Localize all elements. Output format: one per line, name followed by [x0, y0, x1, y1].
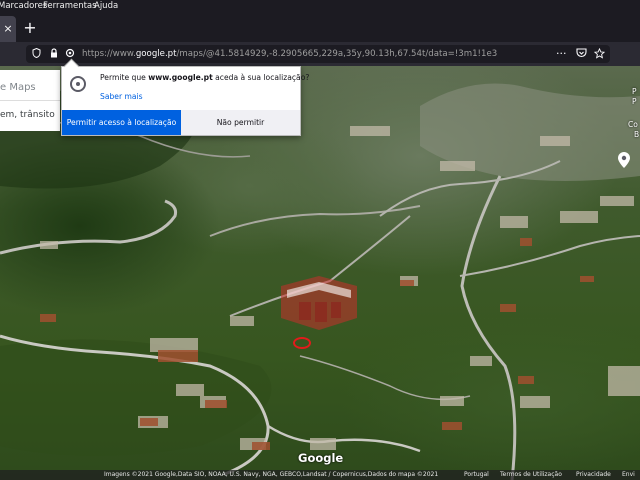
lock-icon[interactable]	[50, 45, 58, 63]
map-label-p2: P	[632, 97, 637, 106]
map-label-co: Co	[628, 120, 638, 129]
imagery-attribution: Imagens ©2021 Google,Data SIO, NOAA, U.S…	[104, 471, 439, 478]
learn-more-link[interactable]: Saber mais	[100, 92, 143, 101]
tab-close-button[interactable]: ×	[0, 16, 16, 42]
location-permission-popup: Permite que www.google.pt aceda à sua lo…	[61, 58, 309, 136]
watermark-logo	[281, 276, 357, 330]
menu-bar: Marcadores Ferramentas Ajuda	[0, 0, 640, 14]
privacy-link[interactable]: Privacidade	[576, 470, 611, 480]
address-bar[interactable]: https://www.google.pt/maps/@41.5814929,-…	[26, 45, 610, 63]
location-icon	[70, 76, 86, 92]
terms-link[interactable]: Termos de Utilização	[500, 470, 562, 480]
deny-location-button[interactable]: Não permitir	[181, 110, 300, 135]
navigation-bar: https://www.google.pt/maps/@41.5814929,-…	[0, 42, 640, 66]
bookmark-star-icon[interactable]	[593, 45, 606, 63]
allow-location-button[interactable]: Permitir acesso à localização	[62, 110, 181, 135]
tab-bar: × +	[0, 14, 640, 42]
pocket-icon[interactable]	[576, 45, 587, 63]
map-label-p1: P	[632, 87, 637, 96]
maps-directions-hint[interactable]: em, trânsito e	[0, 100, 60, 131]
location-marker	[293, 337, 311, 349]
new-tab-button[interactable]: +	[20, 16, 40, 42]
menu-bookmarks[interactable]: Marcadores	[0, 0, 47, 13]
shield-icon[interactable]	[32, 45, 41, 63]
permission-question: Permite que www.google.pt aceda à sua lo…	[100, 73, 310, 82]
map-footer: Imagens ©2021 Google,Data SIO, NOAA, U.S…	[0, 470, 640, 480]
url-text[interactable]: https://www.google.pt/maps/@41.5814929,-…	[82, 45, 497, 63]
send-feedback-link[interactable]: Envi	[622, 470, 635, 480]
more-actions-icon[interactable]: ···	[556, 45, 567, 63]
map-label-b: B	[634, 130, 640, 139]
google-logo: Google	[298, 451, 344, 465]
place-pin-icon[interactable]	[618, 152, 630, 168]
menu-help[interactable]: Ajuda	[94, 0, 118, 13]
menu-tools[interactable]: Ferramentas	[43, 0, 97, 13]
country-label: Portugal	[464, 471, 489, 478]
